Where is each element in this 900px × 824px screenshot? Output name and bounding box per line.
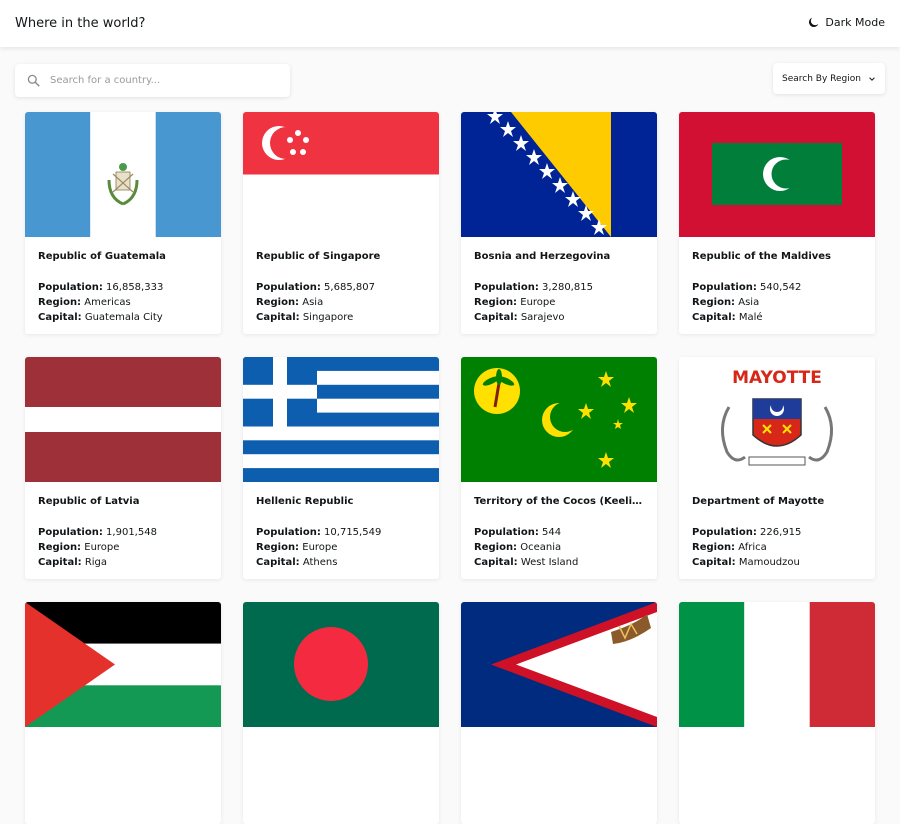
country-card[interactable]: Republic of Guatemala Population: 16,858…	[25, 112, 221, 334]
capital-stat: Capital: West Island	[474, 557, 579, 568]
capital-stat: Capital: Malé	[692, 312, 763, 323]
population-stat: Population: 540,542	[692, 282, 802, 293]
region-stat: Region: Asia	[692, 297, 760, 308]
population-stat: Population: 226,915	[692, 527, 802, 538]
guatemala-flag	[25, 112, 221, 237]
search-box	[15, 64, 290, 97]
moon-icon	[809, 17, 819, 28]
chevron-down-icon	[869, 76, 875, 81]
singapore-flag	[243, 112, 439, 237]
country-card[interactable]	[461, 602, 657, 824]
country-name: Republic of Latvia	[38, 496, 140, 507]
country-name: Republic of Guatemala	[38, 251, 166, 262]
country-card[interactable]: MAYOTTE Department of Mayotte Population…	[679, 357, 875, 579]
country-name: Republic of Singapore	[256, 251, 381, 262]
population-stat: Population: 5,685,807	[256, 282, 375, 293]
cocos-islands-flag	[461, 357, 657, 482]
italy-flag	[679, 602, 875, 727]
capital-stat: Capital: Singapore	[256, 312, 354, 323]
population-stat: Population: 1,901,548	[38, 527, 157, 538]
american-samoa-flag	[461, 602, 657, 727]
capital-stat: Capital: Mamoudzou	[692, 557, 800, 568]
country-card[interactable]: Republic of Singapore Population: 5,685,…	[243, 112, 439, 334]
palestine-flag	[25, 602, 221, 727]
region-stat: Region: Americas	[38, 297, 131, 308]
region-stat: Region: Europe	[256, 542, 338, 553]
bosnia-flag	[461, 112, 657, 237]
population-stat: Population: 544	[474, 527, 562, 538]
mayotte-flag: MAYOTTE	[679, 357, 875, 482]
region-stat: Region: Europe	[38, 542, 120, 553]
region-filter-label: Search By Region	[782, 73, 861, 84]
population-stat: Population: 10,715,549	[256, 527, 382, 538]
region-stat: Region: Europe	[474, 297, 556, 308]
country-card[interactable]: Hellenic Republic Population: 10,715,549…	[243, 357, 439, 579]
region-filter-dropdown[interactable]: Search By Region	[773, 63, 885, 94]
country-name: Department of Mayotte	[692, 496, 825, 507]
country-name: Republic of the Maldives	[692, 251, 832, 262]
capital-stat: Capital: Guatemala City	[38, 312, 163, 323]
greece-flag	[243, 357, 439, 482]
maldives-flag	[679, 112, 875, 237]
population-stat: Population: 16,858,333	[38, 282, 164, 293]
country-card[interactable]: Republic of the Maldives Population: 540…	[679, 112, 875, 334]
country-name: Bosnia and Herzegovina	[474, 251, 611, 262]
country-card[interactable]	[243, 602, 439, 824]
app-header: Where in the world? Dark Mode	[0, 0, 900, 47]
country-card[interactable]: Territory of the Cocos (Keeling) Islands…	[461, 357, 657, 579]
country-name: Territory of the Cocos (Keeling) Islands	[474, 496, 644, 507]
app-title: Where in the world?	[15, 16, 146, 31]
bangladesh-flag	[243, 602, 439, 727]
latvia-flag	[25, 357, 221, 482]
country-card[interactable]	[25, 602, 221, 824]
dark-mode-toggle[interactable]: Dark Mode	[808, 16, 885, 29]
country-card[interactable]: Republic of Latvia Population: 1,901,548…	[25, 357, 221, 579]
country-grid: Republic of Guatemala Population: 16,858…	[25, 112, 875, 824]
capital-stat: Capital: Riga	[38, 557, 108, 568]
search-input[interactable]	[50, 64, 280, 97]
country-name: Hellenic Republic	[256, 496, 354, 507]
country-card[interactable]: Bosnia and Herzegovina Population: 3,280…	[461, 112, 657, 334]
region-stat: Region: Africa	[692, 542, 767, 553]
region-stat: Region: Asia	[256, 297, 324, 308]
capital-stat: Capital: Athens	[256, 557, 338, 568]
country-card[interactable]	[679, 602, 875, 824]
population-stat: Population: 3,280,815	[474, 282, 593, 293]
svg-text:MAYOTTE: MAYOTTE	[732, 368, 822, 388]
region-stat: Region: Oceania	[474, 542, 562, 553]
capital-stat: Capital: Sarajevo	[474, 312, 565, 323]
search-icon	[27, 74, 40, 87]
dark-mode-label: Dark Mode	[825, 16, 885, 29]
